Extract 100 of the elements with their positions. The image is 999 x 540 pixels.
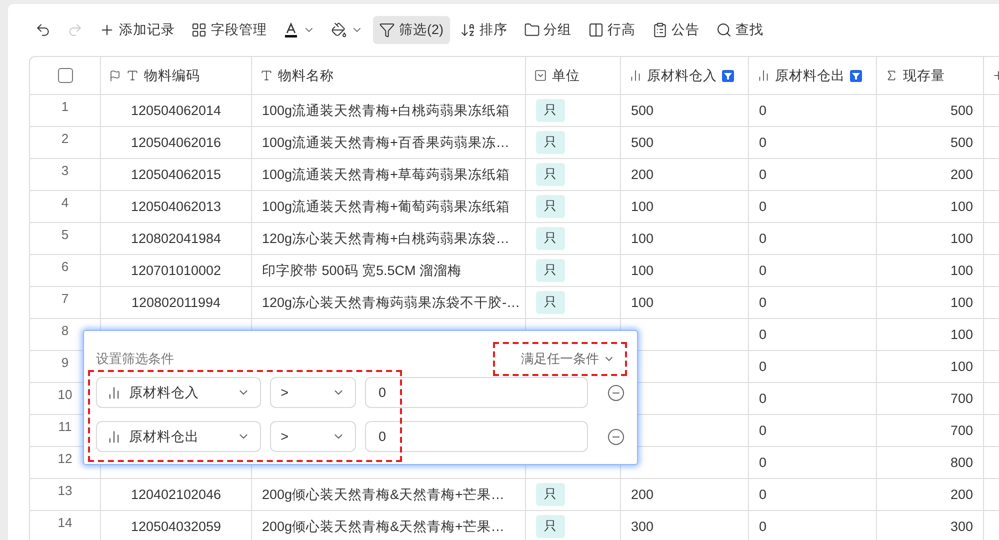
filter-icon (722, 70, 734, 82)
table-cell: 120701010002 (130, 263, 222, 278)
plus-icon (99, 22, 115, 38)
column-header[interactable]: 原材料仓出 (749, 57, 877, 94)
filter-icon (379, 22, 395, 38)
grid-icon (191, 22, 207, 38)
remove-condition-button[interactable] (607, 384, 625, 402)
table-cell: 500 (950, 135, 973, 150)
table-cell: 100 (631, 231, 654, 246)
unit-tag: 只 (536, 131, 565, 154)
table-cell: 100g流通装天然青梅+白桃蒟蒻果冻纸箱 (262, 102, 510, 120)
column-header[interactable]: 物料编码 (101, 57, 252, 94)
column-header[interactable]: 物料名称 (252, 57, 526, 94)
unit-tag: 只 (536, 99, 565, 122)
popover-title: 设置筛选条件 (96, 350, 174, 368)
table-cell: 200 (950, 487, 973, 502)
table-cell: 120504062013 (130, 199, 222, 214)
paint-bucket-icon (331, 22, 347, 38)
row-number: 12 (58, 451, 72, 466)
row-number: 11 (58, 419, 72, 434)
bar-chart-icon (107, 386, 121, 400)
operator-dropdown[interactable]: > (270, 421, 356, 452)
unit-tag: 只 (536, 515, 565, 538)
table-cell: 120802011994 (131, 295, 221, 310)
table-cell: 0 (759, 391, 767, 406)
toolbar-button[interactable]: 行高 (582, 16, 642, 44)
flag-icon (109, 70, 121, 82)
bar-chart-icon (757, 69, 770, 82)
table-cell: 100 (950, 263, 973, 278)
table-cell: 800 (950, 455, 973, 470)
table-cell: 100g流通装天然青梅+草莓蒟蒻果冻纸箱 (262, 166, 510, 184)
field-dropdown[interactable]: 原材料仓入 (96, 377, 261, 408)
table-cell: 100g流通装天然青梅+百香果蒟蒻果冻… (262, 134, 510, 152)
table-cell: 120504062014 (130, 103, 222, 118)
table-cell: 300 (631, 519, 654, 534)
clipboard-icon (652, 22, 668, 38)
table-cell: 700 (950, 423, 973, 438)
table-cell: 200g倾心装天然青梅&天然青梅+芒果… (262, 486, 504, 504)
table-cell: 100 (950, 199, 973, 214)
toolbar-button[interactable]: 筛选(2) (373, 16, 450, 44)
table-cell: 0 (759, 167, 767, 182)
table-cell: 200 (950, 167, 973, 182)
table-cell: 200 (631, 487, 654, 502)
table-cell: 100 (950, 231, 973, 246)
table-cell: 120504062015 (130, 167, 222, 182)
table-cell: 0 (759, 263, 767, 278)
bar-chart-icon (629, 69, 642, 82)
table-cell: 0 (759, 231, 767, 246)
folder-icon (524, 22, 540, 38)
table-cell: 500 (950, 103, 973, 118)
field-dropdown[interactable]: 原材料仓出 (96, 421, 261, 452)
toolbar-button[interactable]: 排序 (454, 16, 514, 44)
value-field[interactable]: 0 (365, 377, 588, 408)
row-number: 1 (61, 99, 69, 114)
table-cell: 0 (759, 455, 767, 470)
row-number: 9 (61, 355, 69, 370)
table-cell: 120504032059 (130, 519, 222, 534)
table-cell: 0 (759, 487, 767, 502)
row-number: 2 (61, 131, 69, 146)
unit-tag: 只 (536, 483, 565, 506)
match-mode-dropdown[interactable]: 满足任一条件 (521, 350, 625, 368)
table-cell: 0 (759, 103, 767, 118)
row-number: 8 (61, 323, 69, 338)
table-cell: 0 (759, 135, 767, 150)
table-cell: 100 (631, 263, 654, 278)
table-cell: 120504062016 (130, 135, 222, 150)
sort-icon (460, 22, 476, 38)
value-field[interactable]: 0 (365, 421, 588, 452)
table-cell: 100 (950, 327, 973, 342)
table-cell: 印字胶带 500码 宽5.5CM 溜溜梅 (262, 262, 462, 280)
table-cell: 200g倾心装天然青梅&天然青梅+芒果… (262, 518, 504, 536)
unit-tag: 只 (536, 259, 565, 282)
toolbar-button[interactable]: 添加记录 (93, 16, 181, 44)
table-cell: 0 (759, 199, 767, 214)
unit-tag: 只 (536, 195, 565, 218)
table-cell: 100 (631, 199, 654, 214)
select-all-checkbox[interactable] (58, 68, 72, 83)
toolbar-button[interactable]: 查找 (710, 16, 770, 44)
text-field-icon (260, 69, 273, 82)
table-cell: 0 (759, 423, 767, 438)
table-cell: 0 (759, 327, 767, 342)
operator-dropdown[interactable]: > (270, 377, 356, 408)
column-header[interactable]: 现存量 (877, 57, 984, 94)
toolbar-button[interactable]: 字段管理 (185, 16, 273, 44)
row-number: 5 (61, 227, 69, 242)
redo-icon (67, 22, 83, 38)
toolbar-button[interactable]: 公告 (646, 16, 706, 44)
remove-condition-button[interactable] (607, 428, 625, 446)
row-number: 4 (61, 195, 69, 210)
table-cell: 0 (759, 519, 767, 534)
toolbar-button[interactable]: 分组 (518, 16, 578, 44)
table-cell: 100g流通装天然青梅+葡萄蒟蒻果冻纸箱 (262, 198, 510, 216)
row-number: 7 (61, 291, 69, 306)
table-cell: 100 (950, 295, 973, 310)
table-cell: 120g冻心装天然青梅蒟蒻果冻袋不干胶-… (262, 294, 520, 312)
column-header[interactable]: 单位 (526, 57, 621, 94)
select-field-icon (534, 69, 547, 82)
table-cell: 100 (950, 359, 973, 374)
column-header[interactable]: 原材料仓入 (621, 57, 749, 94)
unit-tag: 只 (536, 291, 565, 314)
